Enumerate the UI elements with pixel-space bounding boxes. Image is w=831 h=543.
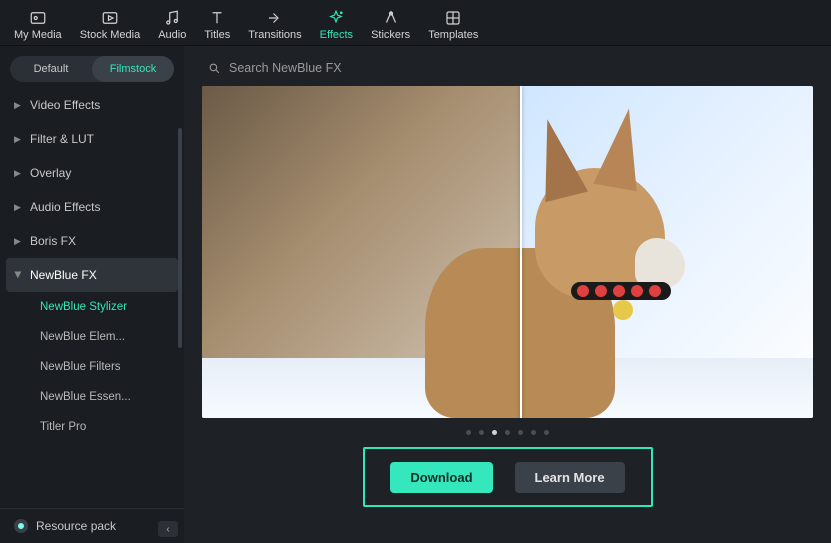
effects-icon [327,9,345,27]
pager-dot[interactable] [466,430,471,435]
media-icon [29,9,47,27]
audio-icon [163,9,181,27]
content-area: Default Filmstock ▶ Video Effects ▶ Filter… [0,46,831,543]
learn-more-button[interactable]: Learn More [515,462,625,493]
sidebar: Default Filmstock ▶ Video Effects ▶ Filter… [0,46,184,543]
sidebar-subitem-newblue-elements[interactable]: NewBlue Elem... [0,322,160,352]
sidebar-scroll: ▶ Video Effects ▶ Filter & LUT ▶ Overlay ▶ A… [0,88,184,508]
stickers-icon [382,9,400,27]
pager-dot[interactable] [531,430,536,435]
sidebar-item-label: Overlay [30,166,71,180]
sidebar-source-tabs: Default Filmstock [10,56,174,82]
sidebar-item-boris-fx[interactable]: ▶ Boris FX [0,224,184,258]
action-box: Download Learn More [363,447,653,507]
pager-dot[interactable] [492,430,497,435]
sidebar-item-video-effects[interactable]: ▶ Video Effects [0,88,184,122]
search-icon [208,62,221,75]
pager-dots [184,418,831,443]
toolbar-stock-media[interactable]: Stock Media [80,9,141,41]
toolbar-label: Transitions [248,29,301,41]
toolbar-label: Templates [428,29,478,41]
toolbar-transitions[interactable]: Transitions [248,9,301,41]
sidebar-subitem-titler-pro[interactable]: Titler Pro [0,412,160,442]
toolbar-audio[interactable]: Audio [158,9,186,41]
sidebar-subitem-newblue-essentials[interactable]: NewBlue Essen... [0,382,160,412]
download-button[interactable]: Download [390,462,492,493]
chevron-left-icon: ‹ [166,524,169,535]
toolbar-label: Effects [320,29,353,41]
toolbar-effects[interactable]: Effects [320,9,353,41]
sidebar-item-label: Video Effects [30,98,100,112]
search-input[interactable]: Search NewBlue FX [229,61,342,75]
sidebar-item-overlay[interactable]: ▶ Overlay [0,156,184,190]
toolbar-label: Audio [158,29,186,41]
stock-icon [101,9,119,27]
sidebar-item-filter-lut[interactable]: ▶ Filter & LUT [0,122,184,156]
top-toolbar: My Media Stock Media Audio Titles Transi… [0,0,831,46]
toolbar-label: My Media [14,29,62,41]
main-panel: Search NewBlue FX [184,46,831,543]
toolbar-my-media[interactable]: My Media [14,9,62,41]
collapse-sidebar-button[interactable]: ‹ [158,521,178,537]
chevron-right-icon: ▶ [14,134,22,145]
comparison-slider[interactable] [520,86,522,418]
chevron-right-icon: ▶ [14,168,22,179]
sidebar-resource-pack[interactable]: Resource pack [0,508,184,543]
toolbar-templates[interactable]: Templates [428,9,478,41]
toolbar-label: Titles [204,29,230,41]
sidebar-item-label: Resource pack [36,519,116,533]
sidebar-item-newblue-fx[interactable]: ▶ NewBlue FX [6,258,178,292]
scrollbar[interactable] [178,128,182,348]
sidebar-item-audio-effects[interactable]: ▶ Audio Effects [0,190,184,224]
sidebar-item-label: NewBlue FX [30,268,97,282]
transitions-icon [266,9,284,27]
pager-dot[interactable] [518,430,523,435]
sidebar-subitem-newblue-filters[interactable]: NewBlue Filters [0,352,160,382]
templates-icon [444,9,462,27]
tab-default[interactable]: Default [10,56,92,82]
tab-filmstock[interactable]: Filmstock [92,56,174,82]
toolbar-label: Stickers [371,29,410,41]
chevron-right-icon: ▶ [14,236,22,247]
toolbar-label: Stock Media [80,29,141,41]
search-bar[interactable]: Search NewBlue FX [184,46,831,86]
sidebar-item-label: Audio Effects [30,200,101,214]
toolbar-titles[interactable]: Titles [204,9,230,41]
pager-dot[interactable] [505,430,510,435]
chevron-down-icon: ▶ [13,271,24,279]
pager-dot[interactable] [479,430,484,435]
sidebar-subitem-newblue-stylizer[interactable]: NewBlue Stylizer [0,292,160,322]
resource-pack-icon [14,519,28,533]
sidebar-item-label: Boris FX [30,234,76,248]
toolbar-stickers[interactable]: Stickers [371,9,410,41]
chevron-right-icon: ▶ [14,100,22,111]
pager-dot[interactable] [544,430,549,435]
titles-icon [208,9,226,27]
preview-subject-dog [385,138,705,418]
sidebar-item-label: Filter & LUT [30,132,94,146]
chevron-right-icon: ▶ [14,202,22,213]
effect-preview[interactable] [202,86,813,418]
